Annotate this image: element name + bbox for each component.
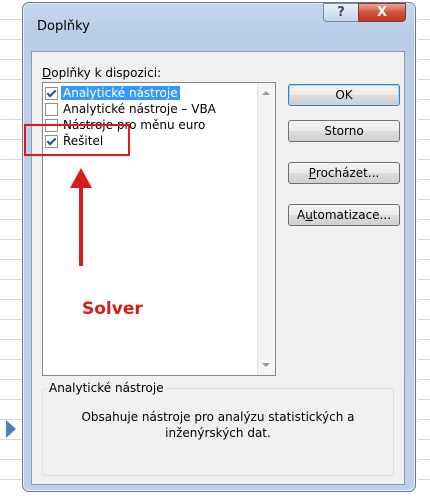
description-group: Analytické nástroje Obsahuje nástroje pr… — [42, 381, 394, 476]
annotation-highlight-box — [24, 124, 130, 156]
ok-button[interactable]: OK — [288, 84, 400, 106]
cancel-button[interactable]: Storno — [288, 120, 400, 142]
addin-item-analysis-toolpak[interactable]: Analytické nástroje — [45, 85, 257, 101]
dialog-title: Doplňky — [37, 19, 90, 34]
annotation-arrow-icon — [70, 168, 92, 188]
spreadsheet-background-right — [418, 0, 430, 496]
addin-item-label: Analytické nástroje – VBA — [63, 102, 216, 116]
scroll-up-icon[interactable] — [262, 91, 270, 95]
help-icon: ? — [337, 5, 345, 20]
browse-button[interactable]: Procházet... — [288, 162, 400, 184]
description-title: Analytické nástroje — [47, 381, 166, 395]
close-icon: X — [376, 5, 388, 20]
annotation-label: Solver — [82, 299, 143, 319]
background-arrow-icon — [6, 420, 16, 438]
addin-item-label: Analytické nástroje — [61, 86, 180, 100]
annotation-arrow-shaft — [79, 186, 83, 266]
addin-item-analysis-toolpak-vba[interactable]: Analytické nástroje – VBA — [45, 101, 257, 117]
checkbox-analysis-toolpak-vba[interactable] — [45, 102, 58, 116]
checkbox-analysis-toolpak[interactable] — [45, 86, 58, 100]
close-button[interactable]: X — [358, 3, 406, 22]
addins-list-label: Doplňky k dispozici: — [42, 66, 162, 80]
dialog-client-area: Doplňky k dispozici: Analytické nástroje… — [31, 51, 405, 485]
scroll-down-icon[interactable] — [262, 363, 270, 367]
listbox-scrollbar[interactable] — [257, 83, 275, 375]
description-text: Obsahuje nástroje pro analýzu statistick… — [81, 410, 355, 440]
automation-button[interactable]: Au tomatizace... — [288, 204, 400, 226]
help-button[interactable]: ? — [323, 3, 359, 22]
